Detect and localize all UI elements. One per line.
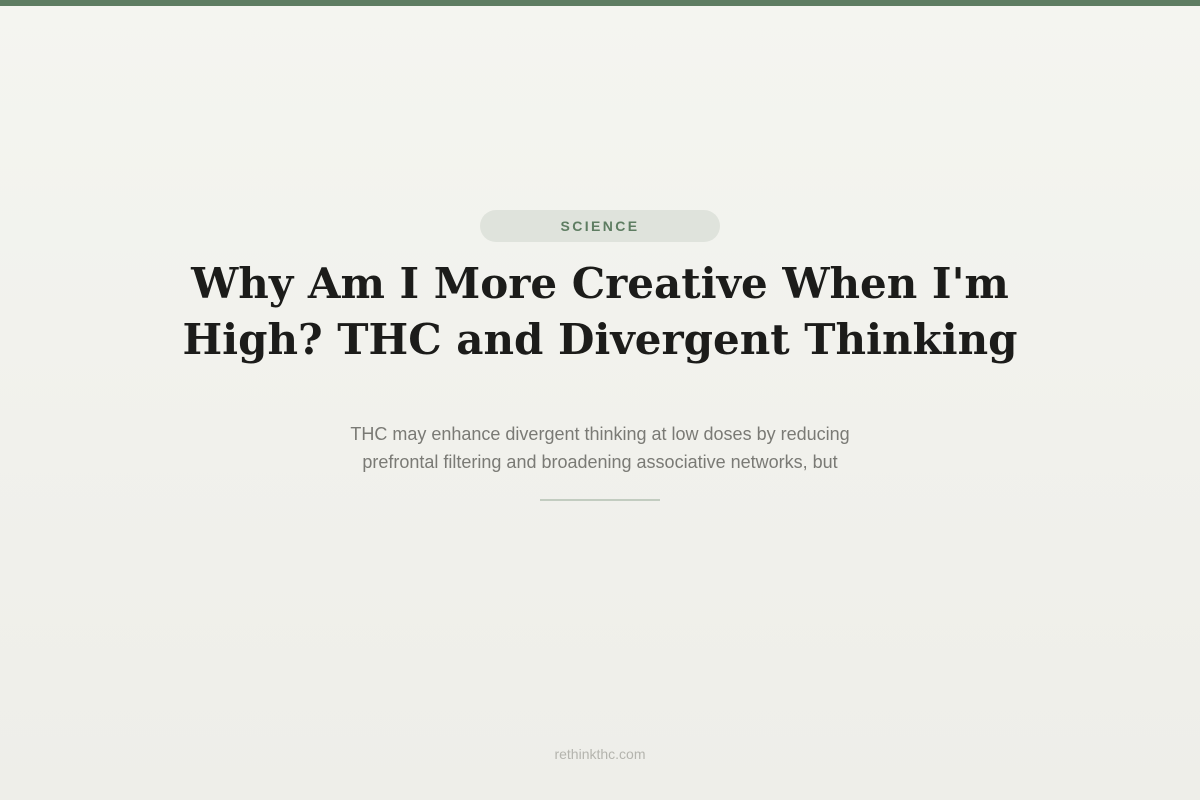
article-subtitle: THC may enhance divergent thinking at lo… <box>300 420 900 476</box>
top-accent-bar <box>0 0 1200 6</box>
article-title-line-1: Why Am I More Creative When I'm <box>191 259 1009 308</box>
article-subtitle-line-2: prefrontal filtering and broadening asso… <box>362 452 838 472</box>
article-title-line-2: High? THC and Divergent Thinking <box>182 315 1018 364</box>
category-label: SCIENCE <box>560 218 640 234</box>
article-subtitle-line-1: THC may enhance divergent thinking at lo… <box>350 424 850 444</box>
site-url: rethinkthc.com <box>554 746 646 762</box>
divider-line <box>540 499 660 501</box>
article-title: Why Am I More Creative When I'm High? TH… <box>150 256 1050 368</box>
category-badge: SCIENCE <box>480 210 720 242</box>
